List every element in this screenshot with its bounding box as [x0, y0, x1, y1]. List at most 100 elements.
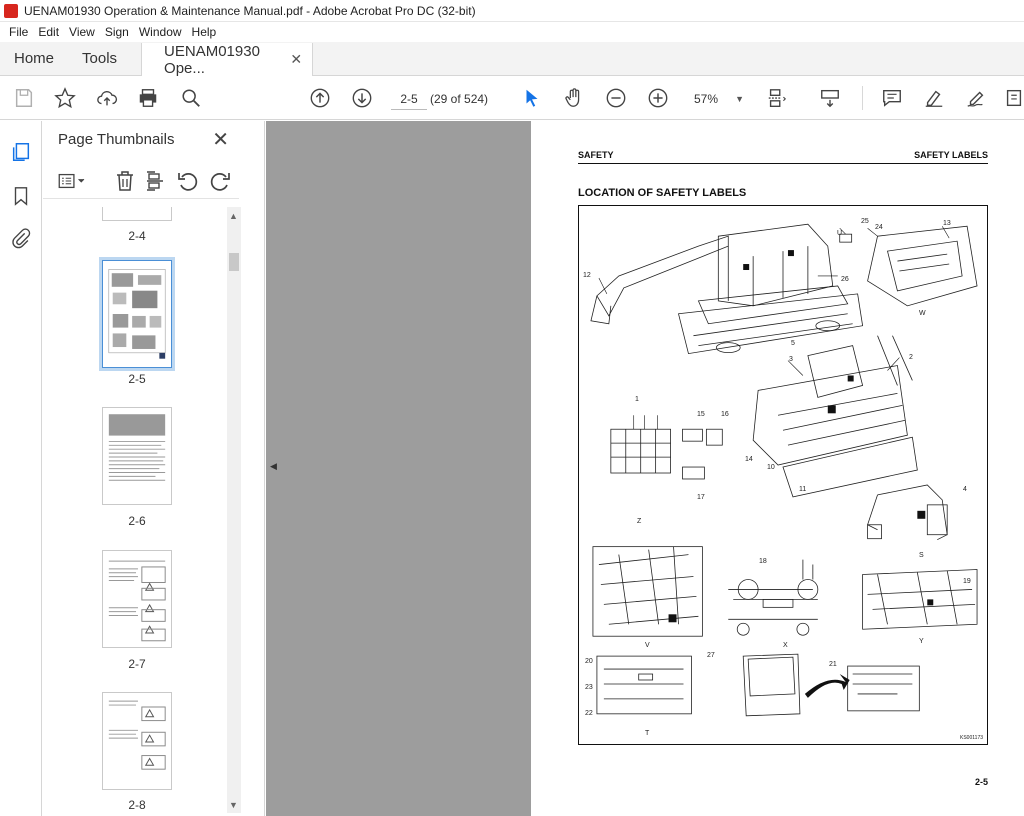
thumbnail-options-icon[interactable] [55, 169, 91, 193]
zoom-value: 57% [694, 92, 719, 106]
scroll-down-icon[interactable]: ▼ [229, 800, 238, 810]
tab-bar: Home Tools UENAM01930 Ope... ✕ [0, 42, 1024, 77]
view-label-w: W [919, 310, 926, 317]
zoom-search-icon[interactable] [179, 86, 203, 110]
select-cursor-icon[interactable] [520, 86, 544, 110]
page-count: (29 of 524) [430, 92, 489, 106]
print-icon[interactable] [136, 86, 160, 110]
thumbnail-preview [108, 414, 166, 481]
callout-label: 5 [791, 340, 795, 347]
attachments-icon[interactable] [10, 227, 32, 249]
panel-toolbar [43, 163, 239, 199]
menu-view[interactable]: View [64, 25, 100, 39]
callout-label: 24 [875, 224, 883, 231]
view-label-y: Y [919, 638, 924, 645]
save-icon[interactable] [12, 86, 36, 110]
callout-label: 3 [789, 356, 793, 363]
view-label-z: Z [637, 518, 642, 525]
view-label-s: S [919, 552, 924, 559]
thumbnail-page-2-8[interactable] [102, 692, 172, 790]
upload-cloud-icon[interactable] [95, 86, 119, 110]
menu-window[interactable]: Window [134, 25, 187, 39]
window-title: UENAM01930 Operation & Maintenance Manua… [24, 3, 476, 18]
tab-close-icon[interactable]: ✕ [290, 51, 302, 68]
callout-label: 26 [841, 276, 849, 283]
figure-code: KS001173 [960, 735, 983, 741]
section-title: LOCATION OF SAFETY LABELS [578, 187, 747, 199]
thumbnail-preview [108, 700, 166, 770]
tab-document[interactable]: UENAM01930 Ope... ✕ [141, 43, 314, 77]
thumbnail-preview [108, 269, 166, 359]
page-thumbnails-icon[interactable] [10, 141, 32, 163]
callout-label: 11 [799, 486, 807, 493]
thumbnail-label: 2-7 [128, 657, 146, 671]
thumbnail-label: 2-5 [128, 372, 146, 386]
page-thumbnails-panel: Page Thumbnails ✕ 2-4 2-5 2-6 2-7 2-8 ▲ … [43, 121, 265, 816]
pdf-page: SAFETY SAFETY LABELS LOCATION OF SAFETY … [531, 121, 1024, 816]
thumbnail-scrollbar[interactable] [227, 207, 241, 813]
highlight-pen-icon[interactable] [922, 86, 946, 110]
thumbnail-scrollbar-thumb[interactable] [229, 253, 239, 271]
thumbnail-label: 2-8 [128, 798, 146, 812]
main-toolbar: 2-5 (29 of 524) 57% ▼ [0, 76, 1024, 120]
callout-label: 25 [861, 218, 869, 225]
callout-label: 20 [585, 658, 593, 665]
page-display-icon[interactable] [765, 86, 789, 110]
hand-tool-icon[interactable] [562, 86, 586, 110]
extract-page-icon[interactable] [143, 169, 167, 193]
thumbnail-page-2-7[interactable] [102, 550, 172, 648]
callout-label: 22 [585, 710, 593, 717]
page-header-right: SAFETY LABELS [914, 150, 988, 160]
scroll-mode-icon[interactable] [818, 86, 842, 110]
excavator-diagram [590, 223, 978, 717]
callout-label: 17 [697, 494, 705, 501]
next-page-icon[interactable] [350, 86, 374, 110]
more-tools-icon[interactable] [1002, 86, 1024, 110]
thumbnail-page-2-4[interactable] [102, 207, 172, 221]
page-header-left: SAFETY [578, 150, 614, 160]
callout-label: 16 [721, 411, 729, 418]
callout-label: 21 [829, 661, 837, 668]
comment-icon[interactable] [880, 86, 904, 110]
callout-label: 2 [909, 354, 913, 361]
scroll-up-icon[interactable]: ▲ [229, 211, 238, 221]
view-label-x: X [783, 642, 788, 649]
navigation-rail [0, 121, 42, 816]
thumbnail-page-2-6[interactable] [102, 407, 172, 505]
callout-label: 10 [767, 464, 775, 471]
bookmark-star-icon[interactable] [53, 86, 77, 110]
callout-label: 19 [963, 578, 971, 585]
view-label-t: T [645, 730, 650, 737]
callout-label: 12 [583, 272, 591, 279]
menu-file[interactable]: File [4, 25, 33, 39]
view-label-u: U [837, 230, 843, 237]
zoom-select[interactable]: 57% ▼ [688, 88, 744, 110]
zoom-out-icon[interactable] [604, 86, 628, 110]
zoom-in-icon[interactable] [646, 86, 670, 110]
tab-tools[interactable]: Tools [68, 42, 131, 75]
tab-home[interactable]: Home [0, 42, 68, 75]
rotate-left-icon[interactable] [176, 169, 200, 193]
callout-label: 15 [697, 411, 705, 418]
bookmarks-icon[interactable] [10, 185, 32, 207]
thumbnail-page-2-5[interactable] [99, 257, 175, 371]
sign-icon[interactable] [964, 86, 988, 110]
callout-label: 18 [759, 558, 767, 565]
panel-close-icon[interactable]: ✕ [212, 127, 229, 152]
rotate-right-icon[interactable] [208, 169, 232, 193]
thumbnail-label: 2-4 [128, 229, 146, 243]
delete-page-icon[interactable] [113, 169, 137, 193]
previous-page-icon[interactable] [308, 86, 332, 110]
menu-edit[interactable]: Edit [33, 25, 64, 39]
callout-label: 23 [585, 684, 593, 691]
menu-help[interactable]: Help [187, 25, 222, 39]
menu-bar: File Edit View Sign Window Help [0, 22, 1024, 42]
page-number-input[interactable]: 2-5 [391, 88, 427, 110]
menu-sign[interactable]: Sign [100, 25, 134, 39]
panel-collapse-handle[interactable]: ◀ [266, 121, 282, 816]
callout-label: 1 [635, 396, 639, 403]
acrobat-logo-icon [4, 3, 18, 18]
view-label-v: V [645, 642, 650, 649]
toolbar-divider [862, 86, 863, 110]
callout-label: 14 [745, 456, 753, 463]
